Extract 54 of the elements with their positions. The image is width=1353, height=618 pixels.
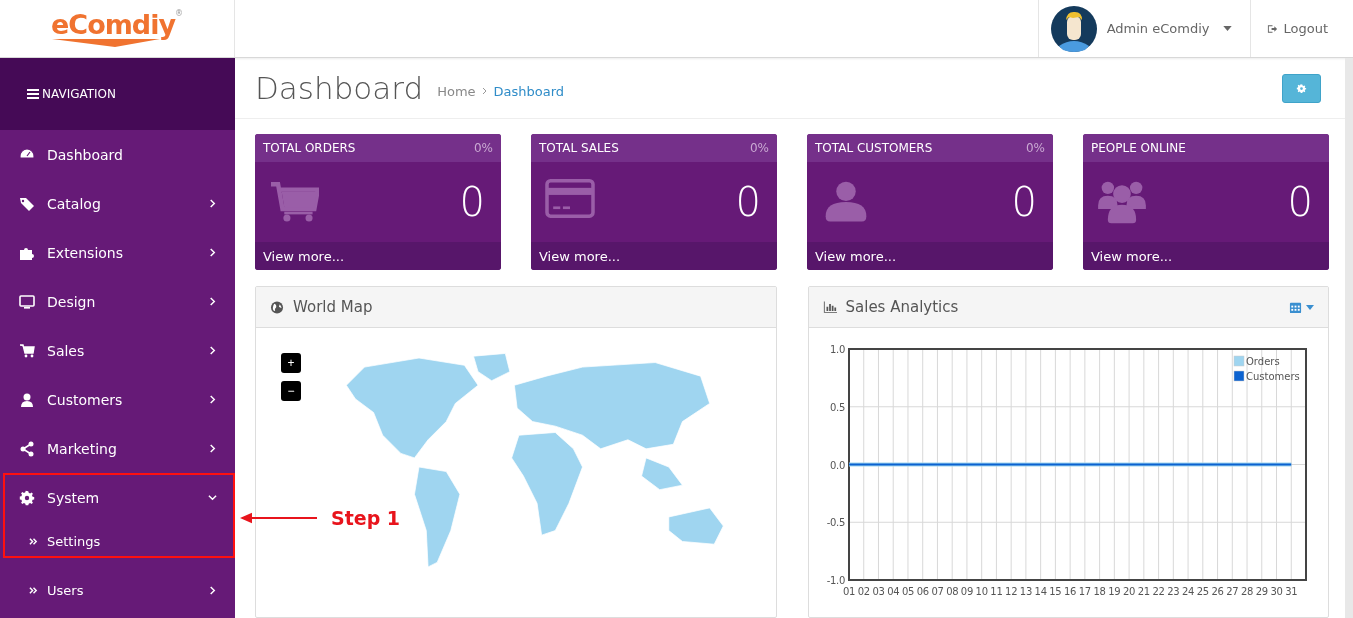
x-tick-label: 28	[1240, 586, 1253, 597]
stat-percent: 0%	[749, 141, 769, 155]
stat-title: TOTAL CUSTOMERS	[815, 141, 933, 155]
x-tick-label: 29	[1255, 586, 1268, 597]
x-tick-label: 12	[1004, 586, 1017, 597]
x-tick-label: 01	[842, 586, 855, 597]
x-tick-label: 10	[975, 586, 988, 597]
x-tick-label: 24	[1181, 586, 1194, 597]
x-tick-label: 20	[1122, 586, 1135, 597]
stat-percent: 0%	[1025, 141, 1045, 155]
legend-label: Customers	[1245, 371, 1300, 382]
stat-title: TOTAL ORDERS	[263, 141, 356, 155]
y-tick-label: 0.5	[829, 401, 845, 413]
x-tick-label: 27	[1225, 586, 1238, 597]
x-tick-label: 18	[1093, 586, 1106, 597]
y-tick-label: -1.0	[826, 575, 845, 586]
x-tick-label: 08	[945, 586, 958, 597]
x-tick-label: 04	[886, 586, 899, 597]
x-tick-label: 02	[857, 586, 870, 597]
x-tick-label: 07	[930, 586, 943, 597]
x-tick-label: 16	[1063, 586, 1076, 597]
x-tick-label: 11	[989, 586, 1002, 597]
x-tick-label: 17	[1078, 586, 1091, 597]
stat-title: PEOPLE ONLINE	[1091, 141, 1186, 155]
x-tick-label: 31	[1284, 586, 1297, 597]
y-tick-label: -0.5	[826, 517, 845, 529]
x-tick-label: 21	[1137, 586, 1150, 597]
stat-value: 0	[1287, 179, 1313, 225]
x-tick-label: 09	[960, 586, 973, 597]
page-title: Dashboard	[255, 70, 424, 106]
x-tick-label: 22	[1152, 586, 1165, 597]
x-tick-label: 06	[916, 586, 929, 597]
panel-title: World Map	[293, 298, 373, 316]
x-tick-label: 23	[1166, 586, 1179, 597]
stat-percent: 0%	[473, 141, 493, 155]
x-tick-label: 30	[1269, 586, 1283, 597]
panel-title: Sales Analytics	[845, 298, 959, 316]
x-tick-label: 03	[871, 586, 885, 597]
x-tick-label: 25	[1196, 586, 1209, 597]
y-tick-label: 0.0	[829, 459, 845, 471]
x-tick-label: 13	[1019, 586, 1032, 597]
x-tick-label: 26	[1211, 586, 1224, 597]
stat-value: 0	[459, 179, 485, 225]
x-tick-label: 15	[1048, 586, 1061, 597]
x-tick-label: 05	[901, 586, 914, 597]
y-tick-label: 1.0	[829, 344, 845, 355]
stat-value: 0	[735, 179, 761, 225]
navigation-header: NAVIGATION	[0, 58, 235, 130]
step-label: Step 1	[331, 507, 401, 529]
legend-label: Orders	[1245, 356, 1280, 367]
stat-value: 0	[1011, 179, 1037, 225]
stat-title: TOTAL SALES	[539, 141, 619, 155]
x-tick-label: 14	[1034, 586, 1047, 597]
x-tick-label: 19	[1107, 586, 1120, 597]
